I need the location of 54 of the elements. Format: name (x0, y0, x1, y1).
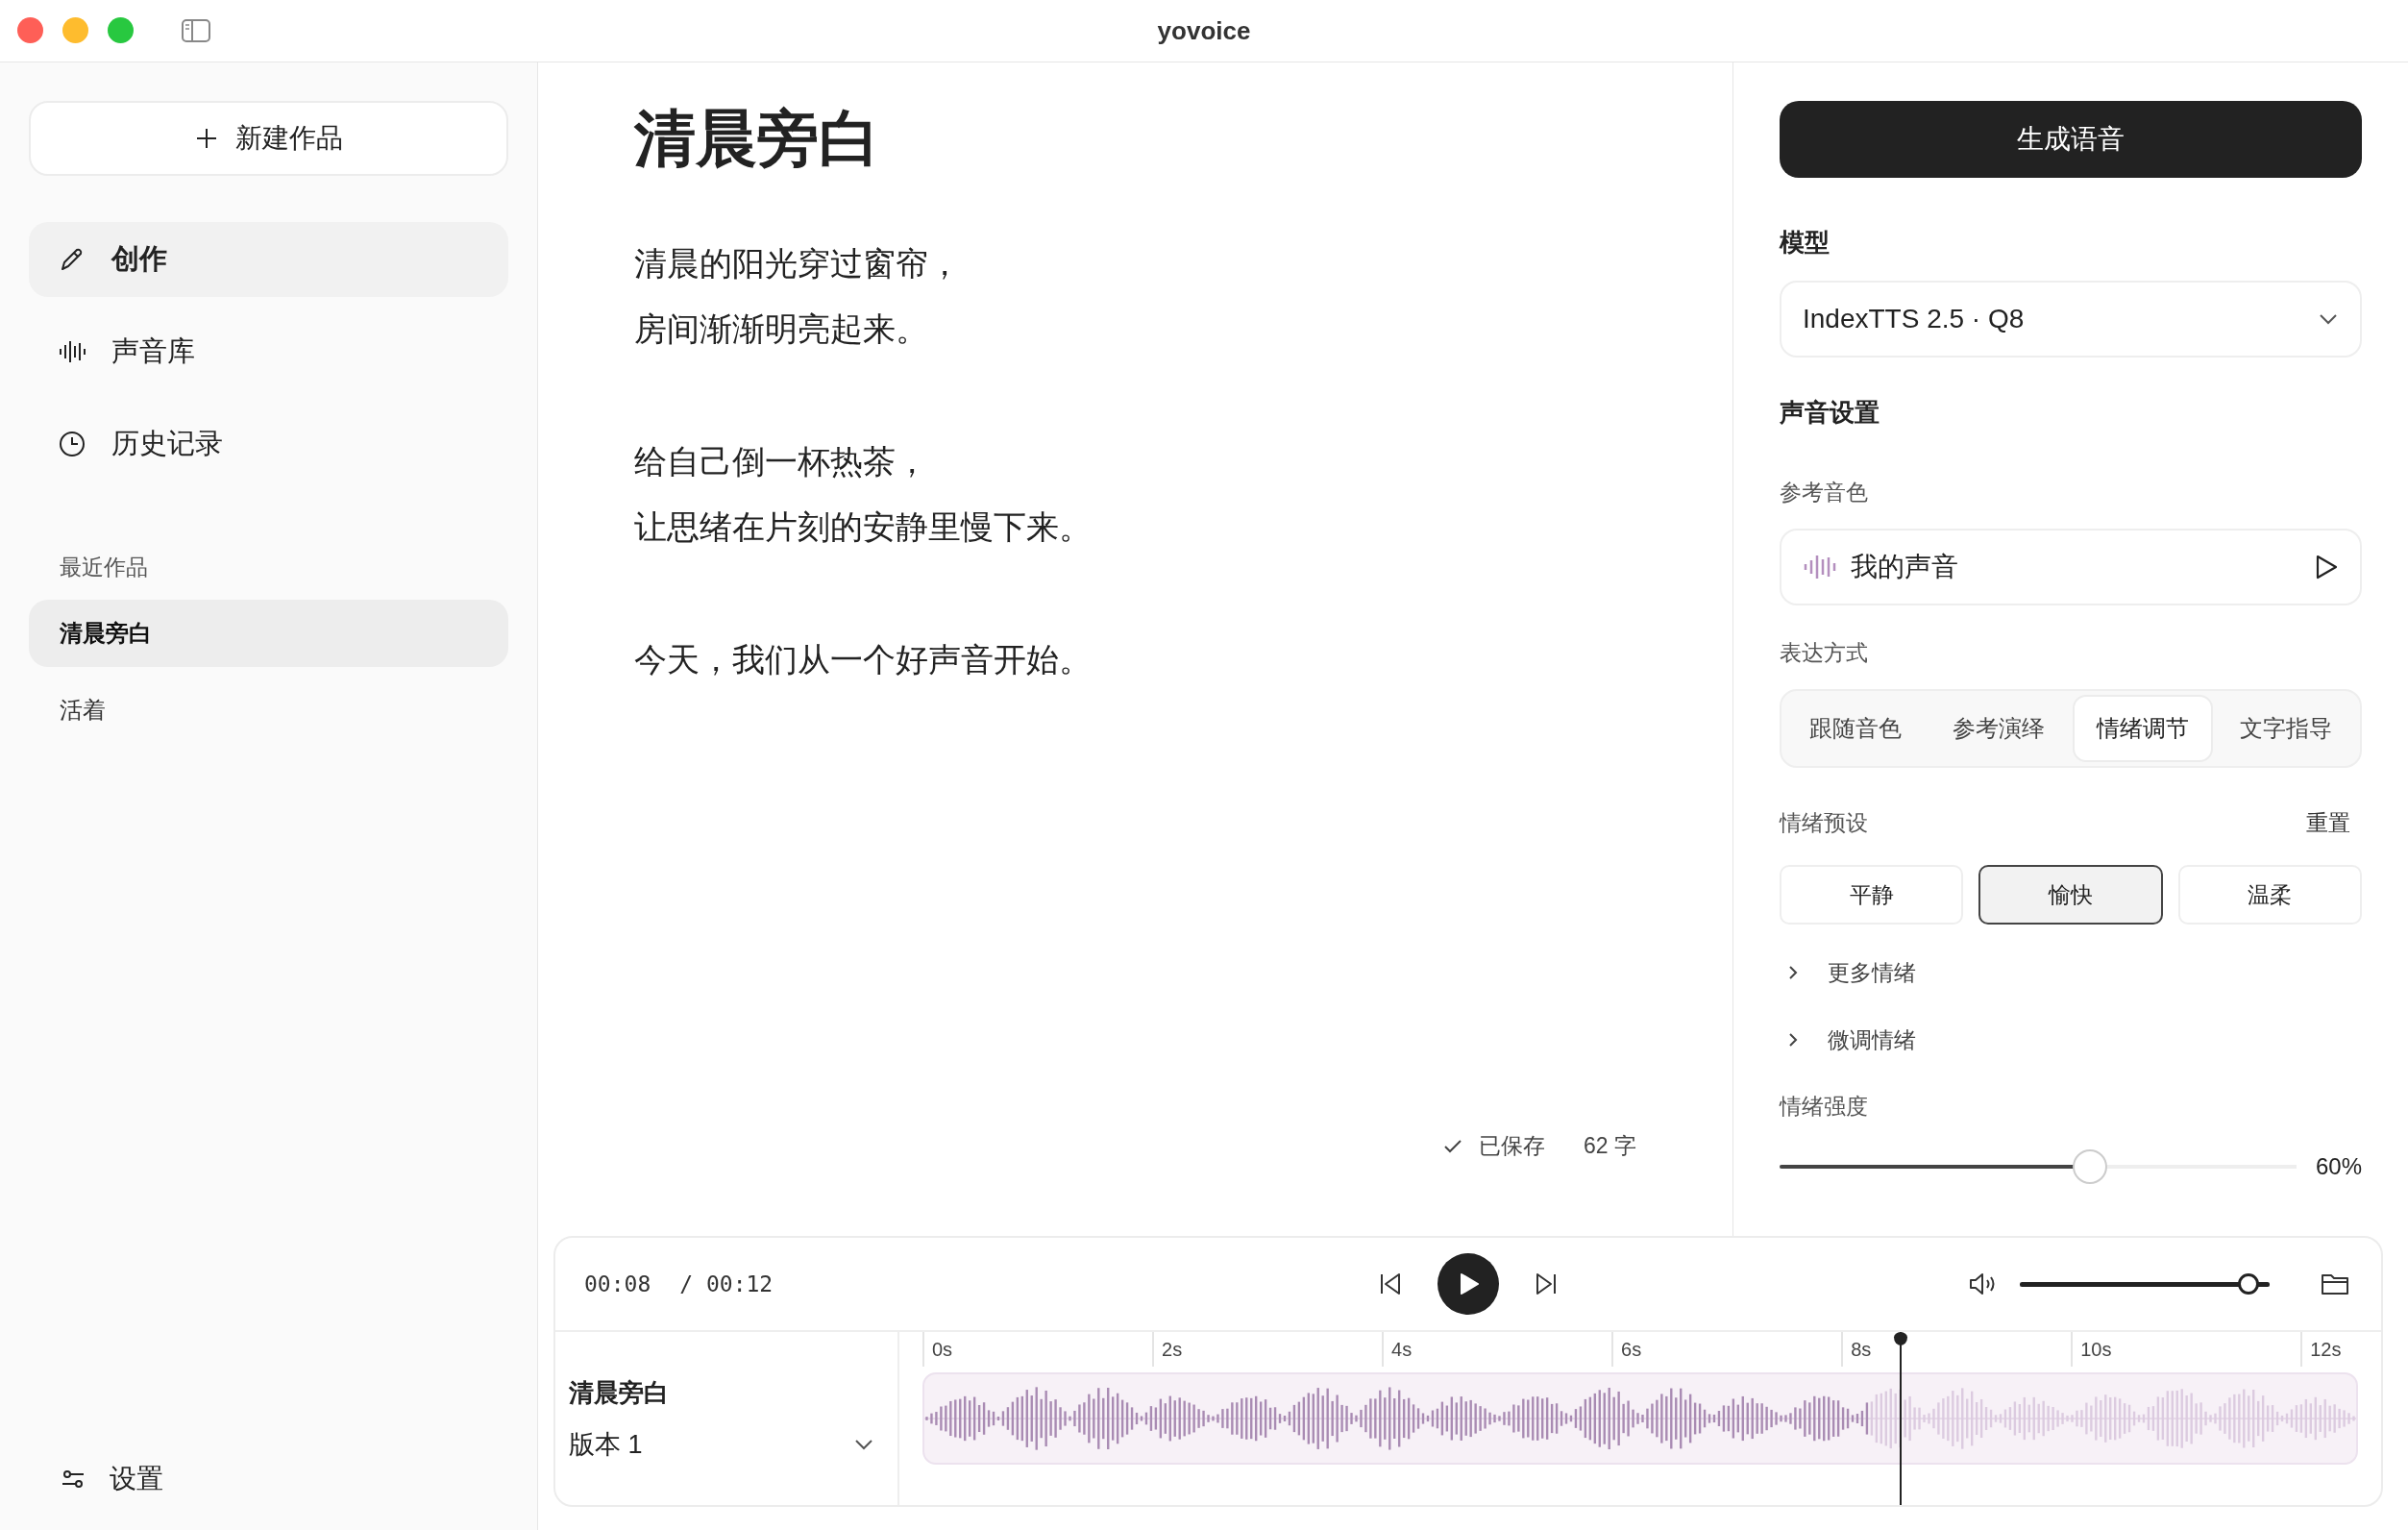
section-heading: 声音设置 (1780, 397, 1880, 429)
section-heading: 模型 (1780, 227, 1831, 259)
field-label: 表达方式 (1780, 639, 1869, 667)
model-dropdown[interactable]: IndexTTS 2.5 · Q8 (1780, 281, 2362, 358)
field-label: 参考音色 (1780, 479, 1869, 506)
emotion-preset-button[interactable]: 平静 (1780, 865, 1964, 925)
mode-tab[interactable]: 跟随音色 (1785, 695, 1926, 762)
saved-status: 已保存 (1479, 1132, 1545, 1160)
generate-button[interactable]: 生成语音 (1780, 101, 2362, 178)
track-name: 清晨旁白 (569, 1376, 670, 1409)
text-line: 房间渐渐明亮起来。 (634, 309, 929, 348)
reference-voice-field[interactable]: 我的声音 (1780, 529, 2362, 605)
current-time: 00:08 (584, 1271, 651, 1296)
character-count: 62 字 (1584, 1132, 1636, 1160)
play-icon[interactable] (2314, 554, 2339, 580)
sidebar-item[interactable]: 创作 (29, 222, 508, 297)
time-tick: 2s (1152, 1332, 1383, 1367)
text-line: 给自己倒一杯热茶， (634, 442, 929, 481)
field-label: 情绪预设 (1780, 809, 1868, 837)
sidebar-toggle-icon[interactable] (182, 18, 210, 42)
window-title: yovoice (1157, 15, 1251, 46)
chevron-down-icon (853, 1437, 874, 1451)
emotion-preset-button[interactable]: 温柔 (2177, 865, 2362, 925)
recent-item[interactable]: 清晨旁白 (29, 600, 508, 667)
settings-item[interactable]: 设置 (29, 1461, 508, 1497)
close-button[interactable] (17, 17, 43, 43)
clock-icon (58, 430, 86, 458)
time-tick: 6s (1611, 1332, 1842, 1367)
sidebar-item[interactable]: 历史记录 (29, 407, 508, 481)
new-work-button[interactable]: 新建作品 (29, 101, 508, 176)
total-time: / 00:12 (679, 1271, 774, 1296)
time-tick: 0s (922, 1332, 1153, 1367)
time-tick: 12s (2300, 1332, 2358, 1367)
mode-tab[interactable]: 情绪调节 (2073, 695, 2213, 762)
chevron-down-icon (2318, 312, 2339, 326)
recent-item[interactable]: 活着 (29, 677, 508, 744)
recent-heading: 最近作品 (59, 554, 149, 581)
intensity-value: 60% (2314, 1153, 2362, 1180)
mode-tab[interactable]: 参考演绎 (1929, 695, 2069, 762)
emotion-preset-button[interactable]: 愉快 (1978, 865, 2163, 925)
reset-button[interactable]: 重置 (2295, 808, 2362, 838)
sidebar-item[interactable]: 声音库 (29, 314, 508, 389)
mode-tab[interactable]: 文字指导 (2216, 695, 2356, 762)
expander-row[interactable]: 更多情绪 (1780, 953, 2362, 992)
text-line: 清晨的阳光穿过窗帘， (634, 244, 962, 283)
time-tick: 10s (2071, 1332, 2301, 1367)
document-title: 清晨旁白 (634, 103, 881, 175)
version-dropdown[interactable]: 版本 1 (569, 1426, 874, 1462)
field-label: 情绪强度 (1780, 1093, 1869, 1121)
text-line: 今天，我们从一个好声音开始。 (634, 640, 1093, 679)
plus-icon (194, 127, 218, 150)
expander-row[interactable]: 微调情绪 (1780, 1021, 2362, 1059)
time-tick: 4s (1382, 1332, 1612, 1367)
text-line: 让思绪在片刻的安静里慢下来。 (634, 507, 1093, 546)
